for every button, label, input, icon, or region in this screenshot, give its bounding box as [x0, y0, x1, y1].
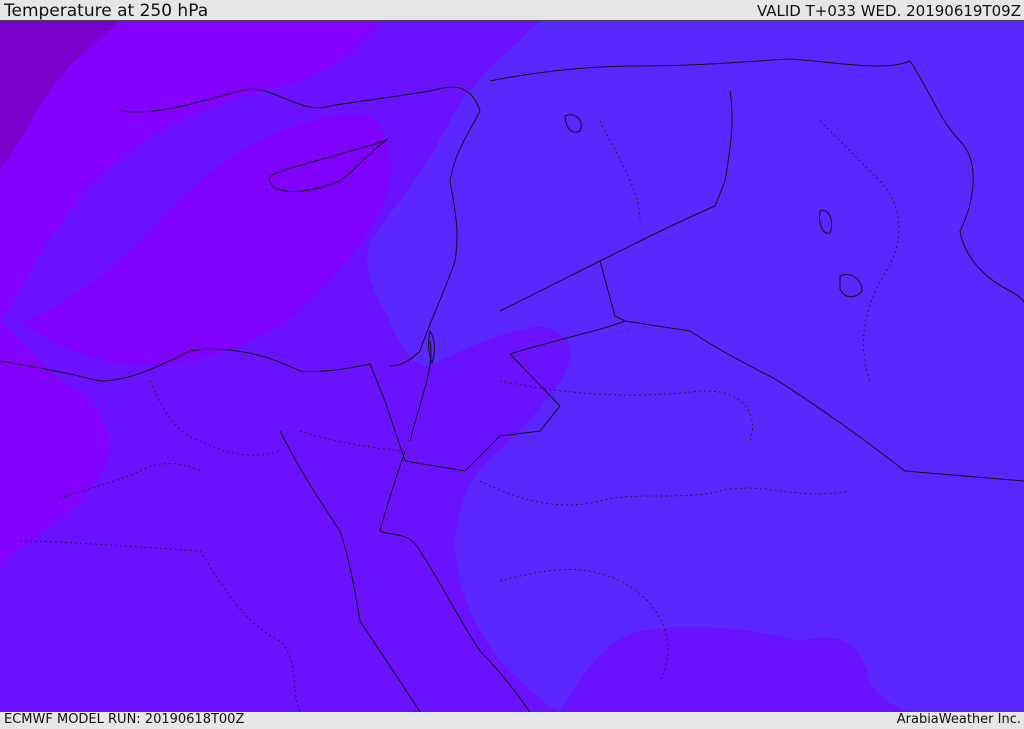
valid-time: VALID T+033 WED. 20190619T09Z [756, 2, 1021, 20]
model-run-label: ECMWF MODEL RUN: 20190618T00Z [4, 712, 245, 727]
map-frame: Temperature at 250 hPa VALID T+033 WED. … [0, 0, 1024, 729]
credit-label: ArabiaWeather Inc. [896, 712, 1021, 727]
footer-bar: ECMWF MODEL RUN: 20190618T00Z ArabiaWeat… [0, 712, 1024, 729]
map-svg [0, 21, 1024, 712]
map-title: Temperature at 250 hPa [4, 1, 209, 21]
header-bar: Temperature at 250 hPa VALID T+033 WED. … [0, 0, 1024, 21]
temperature-map [0, 21, 1024, 712]
